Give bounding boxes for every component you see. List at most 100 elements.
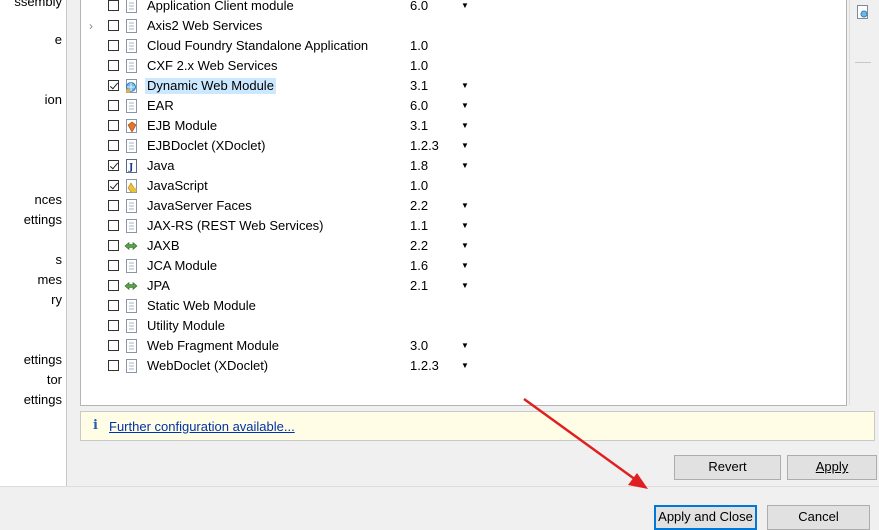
facet-row[interactable]: JavaScript 1.0 (81, 176, 846, 196)
facet-row[interactable]: JAXB 2.2 ▼ (81, 236, 846, 256)
facet-name[interactable]: WebDoclet (XDoclet) (145, 358, 270, 374)
facet-version[interactable]: 1.2.3 (410, 358, 439, 374)
facet-name[interactable]: EAR (145, 98, 176, 114)
facet-version[interactable]: 1.6 (410, 258, 428, 274)
facet-version[interactable]: 2.1 (410, 278, 428, 294)
facet-row[interactable]: J Java 1.8 ▼ (81, 156, 846, 176)
facet-name[interactable]: EJB Module (145, 118, 219, 134)
facet-checkbox[interactable] (108, 0, 119, 11)
version-dropdown-icon[interactable]: ▼ (461, 218, 469, 234)
facet-row[interactable]: EJB Module 3.1 ▼ (81, 116, 846, 136)
facet-name[interactable]: Web Fragment Module (145, 338, 281, 354)
facet-checkbox[interactable] (108, 200, 119, 211)
sidebar-item[interactable]: ion (45, 92, 62, 107)
version-dropdown-icon[interactable]: ▼ (461, 278, 469, 294)
facet-checkbox[interactable] (108, 120, 119, 131)
facet-name[interactable]: CXF 2.x Web Services (145, 58, 280, 74)
facet-name[interactable]: JCA Module (145, 258, 219, 274)
facet-row[interactable]: › Axis2 Web Services (81, 16, 846, 36)
facet-checkbox[interactable] (108, 220, 119, 231)
facet-row[interactable]: Utility Module (81, 316, 846, 336)
version-dropdown-icon[interactable]: ▼ (461, 158, 469, 174)
facet-row[interactable]: WebDoclet (XDoclet) 1.2.3 ▼ (81, 356, 846, 376)
version-dropdown-icon[interactable]: ▼ (461, 338, 469, 354)
version-dropdown-icon[interactable]: ▼ (461, 198, 469, 214)
facet-version[interactable]: 2.2 (410, 238, 428, 254)
facet-row[interactable]: EAR 6.0 ▼ (81, 96, 846, 116)
version-dropdown-icon[interactable]: ▼ (461, 0, 469, 14)
sidebar-item[interactable]: ssembly (14, 0, 62, 9)
cancel-button[interactable]: Cancel (767, 505, 870, 530)
facet-row[interactable]: JPA 2.1 ▼ (81, 276, 846, 296)
facet-row[interactable]: CXF 2.x Web Services 1.0 (81, 56, 846, 76)
facet-name[interactable]: JAX-RS (REST Web Services) (145, 218, 326, 234)
facet-row[interactable]: Application Client module 6.0 ▼ (81, 0, 846, 16)
facet-checkbox[interactable] (108, 260, 119, 271)
facet-version[interactable]: 2.2 (410, 198, 428, 214)
facet-name[interactable]: JavaScript (145, 178, 210, 194)
version-dropdown-icon[interactable]: ▼ (461, 138, 469, 154)
facet-name[interactable]: Dynamic Web Module (145, 78, 276, 94)
facet-row[interactable]: JAX-RS (REST Web Services) 1.1 ▼ (81, 216, 846, 236)
facet-name[interactable]: Cloud Foundry Standalone Application (145, 38, 370, 54)
sidebar-item[interactable]: s (56, 252, 63, 267)
facet-name[interactable]: Static Web Module (145, 298, 258, 314)
apply-and-close-button[interactable]: Apply and Close (654, 505, 757, 530)
sidebar-item[interactable]: ettings (24, 212, 62, 227)
facets-tree[interactable]: Application Client module 6.0 ▼ › Axis2 Web … (80, 0, 847, 406)
facet-name[interactable]: Java (145, 158, 176, 174)
apply-button[interactable]: Apply (787, 455, 877, 480)
version-dropdown-icon[interactable]: ▼ (461, 98, 469, 114)
version-dropdown-icon[interactable]: ▼ (461, 238, 469, 254)
facet-checkbox[interactable] (108, 40, 119, 51)
facet-row[interactable]: Web Fragment Module 3.0 ▼ (81, 336, 846, 356)
facet-name[interactable]: JPA (145, 278, 172, 294)
facet-checkbox[interactable] (108, 100, 119, 111)
facet-version[interactable]: 3.1 (410, 78, 428, 94)
facet-checkbox[interactable] (108, 160, 119, 171)
facet-checkbox[interactable] (108, 300, 119, 311)
sidebar-item[interactable]: ettings (24, 352, 62, 367)
facet-row[interactable]: EJBDoclet (XDoclet) 1.2.3 ▼ (81, 136, 846, 156)
facet-checkbox[interactable] (108, 80, 119, 91)
facet-version[interactable]: 6.0 (410, 0, 428, 14)
facet-version[interactable]: 1.1 (410, 218, 428, 234)
facet-row[interactable]: Static Web Module (81, 296, 846, 316)
sidebar-item[interactable]: nces (35, 192, 62, 207)
version-dropdown-icon[interactable]: ▼ (461, 78, 469, 94)
facet-checkbox[interactable] (108, 60, 119, 71)
facet-checkbox[interactable] (108, 280, 119, 291)
expand-chevron-icon[interactable]: › (89, 19, 93, 33)
facet-checkbox[interactable] (108, 360, 119, 371)
facet-name[interactable]: Application Client module (145, 0, 296, 14)
facet-version[interactable]: 6.0 (410, 98, 428, 114)
version-dropdown-icon[interactable]: ▼ (461, 118, 469, 134)
facet-name[interactable]: JAXB (145, 238, 182, 254)
revert-button[interactable]: Revert (674, 455, 781, 480)
sidebar-item[interactable]: ettings (24, 392, 62, 407)
facet-checkbox[interactable] (108, 240, 119, 251)
details-icon[interactable] (857, 5, 869, 19)
facet-row[interactable]: Cloud Foundry Standalone Application 1.0 (81, 36, 846, 56)
facet-checkbox[interactable] (108, 320, 119, 331)
facet-checkbox[interactable] (108, 140, 119, 151)
facet-checkbox[interactable] (108, 340, 119, 351)
facet-name[interactable]: Axis2 Web Services (145, 18, 264, 34)
facet-row[interactable]: JavaServer Faces 2.2 ▼ (81, 196, 846, 216)
facet-name[interactable]: Utility Module (145, 318, 227, 334)
facet-version[interactable]: 3.0 (410, 338, 428, 354)
version-dropdown-icon[interactable]: ▼ (461, 258, 469, 274)
version-dropdown-icon[interactable]: ▼ (461, 358, 469, 374)
facet-row[interactable]: Dynamic Web Module 3.1 ▼ (81, 76, 846, 96)
sidebar-item[interactable]: tor (47, 372, 62, 387)
facet-row[interactable]: JCA Module 1.6 ▼ (81, 256, 846, 276)
facet-version[interactable]: 1.2.3 (410, 138, 439, 154)
facet-version[interactable]: 1.8 (410, 158, 428, 174)
right-scroll-area[interactable] (849, 0, 876, 405)
facet-name[interactable]: EJBDoclet (XDoclet) (145, 138, 267, 154)
sidebar-item[interactable]: ry (51, 292, 62, 307)
facet-checkbox[interactable] (108, 180, 119, 191)
sidebar-item[interactable]: e (55, 32, 62, 47)
facet-version[interactable]: 3.1 (410, 118, 428, 134)
sidebar-item[interactable]: mes (37, 272, 62, 287)
